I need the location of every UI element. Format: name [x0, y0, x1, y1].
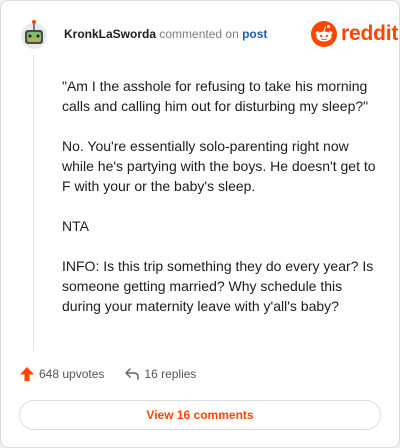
upvote-button[interactable]: 648 upvotes — [19, 366, 104, 382]
thread-line[interactable] — [33, 55, 34, 351]
comment-body: "Am I the asshole for refusing to take h… — [62, 76, 384, 336]
upvote-count: 648 upvotes — [39, 367, 105, 381]
reddit-alien-icon — [311, 21, 337, 47]
upvote-arrow-icon — [20, 367, 34, 381]
comment-header: KronkLaSworda commented on post — [64, 27, 267, 41]
comment-stats: 648 upvotes 16 replies — [19, 366, 196, 382]
comment-paragraph: NTA — [62, 218, 89, 234]
reddit-wordmark: reddit — [341, 22, 399, 45]
user-avatar[interactable] — [17, 17, 51, 51]
reply-count: 16 replies — [144, 367, 197, 381]
author-name[interactable]: KronkLaSworda — [64, 27, 156, 41]
comment-paragraph: No. You're essentially solo-parenting ri… — [62, 138, 376, 194]
reply-button[interactable]: 16 replies — [124, 366, 196, 382]
comment-card: KronkLaSworda commented on post reddit "… — [0, 0, 400, 448]
commented-on-text: commented on — [159, 27, 239, 41]
reddit-logo[interactable]: reddit — [311, 21, 398, 47]
view-comments-button[interactable]: View 16 comments — [19, 400, 381, 430]
comment-paragraph: "Am I the asshole for refusing to take h… — [62, 78, 369, 114]
comment-paragraph: INFO: Is this trip something they do eve… — [62, 258, 374, 314]
reply-arrow-icon — [125, 368, 140, 380]
post-link[interactable]: post — [242, 27, 267, 41]
